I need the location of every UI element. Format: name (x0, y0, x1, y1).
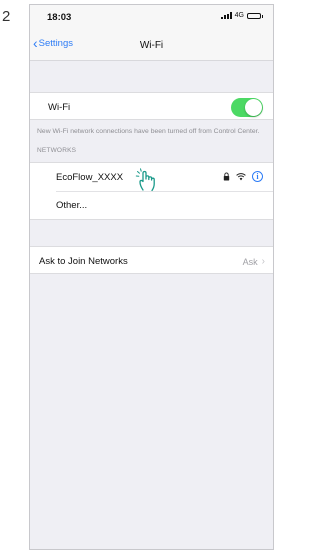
status-bar: 18:03 4G (30, 5, 273, 29)
lock-icon (223, 172, 230, 181)
networks-header: NETWORKS (37, 147, 77, 154)
other-label: Other... (56, 200, 88, 211)
status-indicators: 4G (220, 12, 263, 19)
network-type: 4G (234, 12, 244, 19)
toggle-knob (245, 99, 262, 116)
navigation-bar: ‹ Settings Wi-Fi (30, 29, 273, 61)
ask-value-text: Ask (242, 256, 258, 267)
ask-to-join-label: Ask to Join Networks (39, 256, 128, 267)
chevron-right-icon: › (261, 256, 265, 267)
network-icons: i (223, 171, 263, 182)
ask-to-join-value: Ask › (243, 256, 265, 267)
info-icon[interactable]: i (252, 171, 263, 182)
status-time: 18:03 (47, 12, 72, 23)
wifi-toggle[interactable] (231, 98, 263, 117)
other-network-row[interactable]: Other... (30, 191, 273, 220)
network-name: EcoFlow_XXXX (56, 172, 124, 183)
wifi-label: Wi-Fi (48, 102, 71, 113)
step-number: 2 (2, 8, 11, 25)
wifi-info-note: New Wi-Fi network connections have been … (37, 128, 260, 135)
wifi-icon (236, 173, 246, 181)
wifi-toggle-row: Wi-Fi (30, 92, 273, 120)
signal-icon (220, 12, 232, 19)
ask-to-join-row[interactable]: Ask to Join Networks Ask › (30, 246, 273, 274)
battery-icon (247, 12, 263, 19)
page-title: Wi-Fi (139, 40, 164, 51)
phone-screen: 18:03 4G ‹ Settings Wi-Fi Wi-Fi New Wi-F… (29, 4, 274, 550)
